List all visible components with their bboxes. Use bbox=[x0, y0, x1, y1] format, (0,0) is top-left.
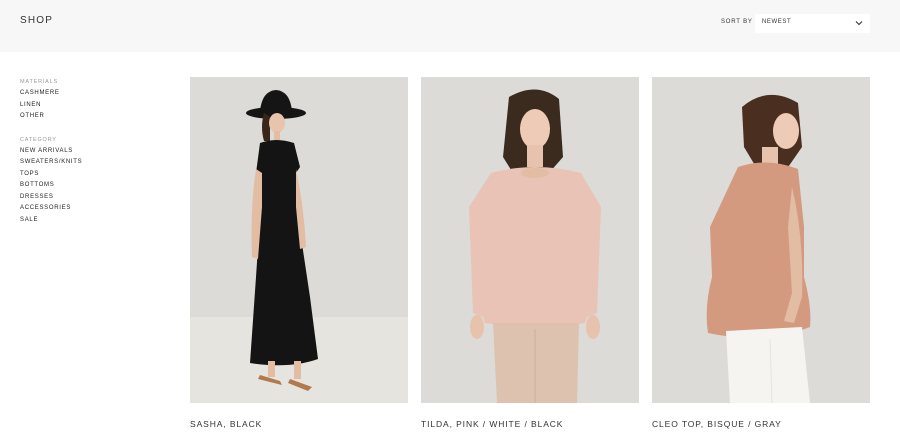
chevron-down-icon bbox=[855, 21, 863, 26]
category-tops[interactable]: TOPS bbox=[20, 169, 140, 181]
sort-by-label: SORT BY bbox=[721, 19, 753, 25]
product-card[interactable]: SASHA, BLACK bbox=[190, 77, 408, 429]
product-name[interactable]: TILDA, PINK / WHITE / BLACK bbox=[421, 419, 563, 429]
product-name[interactable]: CLEO TOP, BISQUE / GRAY bbox=[652, 419, 782, 429]
category-dresses[interactable]: DRESSES bbox=[20, 192, 140, 204]
product-card[interactable]: TILDA, PINK / WHITE / BLACK bbox=[421, 77, 639, 429]
product-name[interactable]: SASHA, BLACK bbox=[190, 419, 262, 429]
category-accessories[interactable]: ACCESSORIES bbox=[20, 203, 140, 215]
top-header: SHOP SORT BY NEWEST bbox=[0, 0, 900, 52]
category-sweaters-knits[interactable]: SWEATERS/KNITS bbox=[20, 157, 140, 169]
category-new-arrivals[interactable]: NEW ARRIVALS bbox=[20, 146, 140, 158]
category-bottoms[interactable]: BOTTOMS bbox=[20, 180, 140, 192]
filter-other[interactable]: OTHER bbox=[20, 111, 140, 123]
filter-sidebar: MATERIALS CASHMERE LINEN OTHER CATEGORY … bbox=[20, 77, 140, 226]
product-image[interactable] bbox=[652, 77, 870, 403]
product-card[interactable]: CLEO TOP, BISQUE / GRAY bbox=[652, 77, 870, 429]
product-image[interactable] bbox=[190, 77, 408, 403]
filter-linen[interactable]: LINEN bbox=[20, 100, 140, 112]
sort-dropdown-value: NEWEST bbox=[762, 19, 792, 25]
page-title: SHOP bbox=[20, 15, 54, 26]
product-image[interactable] bbox=[421, 77, 639, 403]
sort-dropdown[interactable]: NEWEST bbox=[755, 14, 870, 33]
materials-heading: MATERIALS bbox=[20, 79, 58, 85]
filter-cashmere[interactable]: CASHMERE bbox=[20, 88, 140, 100]
category-heading: CATEGORY bbox=[20, 136, 57, 143]
category-sale[interactable]: SALE bbox=[20, 215, 140, 227]
